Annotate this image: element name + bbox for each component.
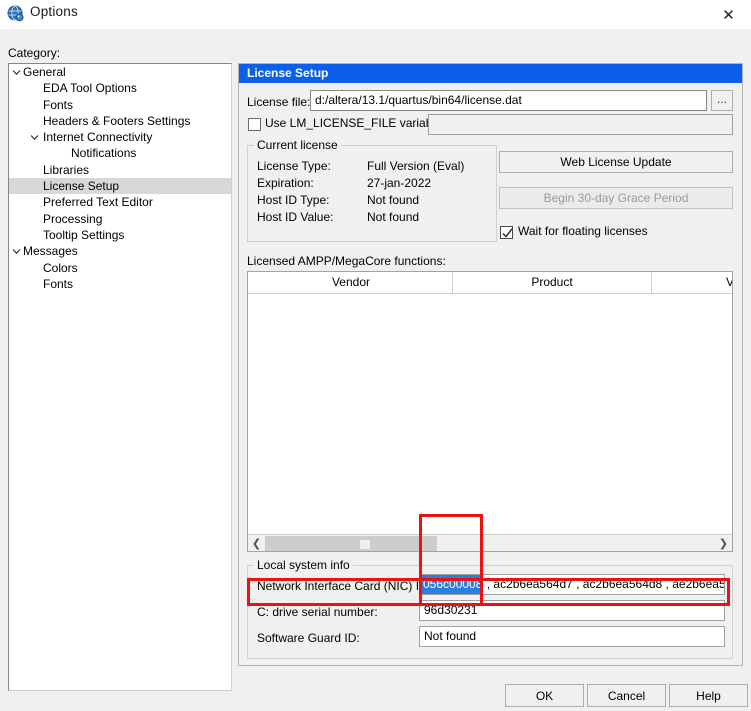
current-license-value: Not found xyxy=(367,193,420,207)
use-lm-license-file-checkbox[interactable] xyxy=(248,118,261,131)
table-header-row: VendorProductV xyxy=(248,272,732,293)
tree-item-label: Notifications xyxy=(71,146,137,161)
scroll-right-icon[interactable]: ❯ xyxy=(715,535,732,551)
table-column-header[interactable]: V xyxy=(652,272,732,293)
tree-item-license-setup[interactable]: License Setup xyxy=(9,178,231,195)
tree-item-libraries[interactable]: Libraries xyxy=(9,162,231,178)
tree-item-label: EDA Tool Options xyxy=(43,81,137,96)
licensed-functions-table[interactable]: VendorProductV ❮ ❯ xyxy=(247,271,733,552)
wait-floating-licenses-checkbox[interactable] xyxy=(500,226,513,239)
horizontal-scrollbar[interactable]: ❮ ❯ xyxy=(248,534,732,551)
software-guard-label: Software Guard ID: xyxy=(257,631,360,645)
tree-item-colors[interactable]: Colors xyxy=(9,260,231,276)
wait-floating-licenses-label: Wait for floating licenses xyxy=(518,224,648,238)
tree-item-label: Headers & Footers Settings xyxy=(43,113,191,128)
tree-item-fonts[interactable]: Fonts xyxy=(9,97,231,113)
drive-serial-label: C: drive serial number: xyxy=(257,605,378,619)
table-column-header[interactable]: Vendor xyxy=(250,272,453,293)
tree-item-label: Fonts xyxy=(43,276,74,291)
chevron-down-icon[interactable] xyxy=(11,64,22,80)
title-bar: Options ✕ xyxy=(0,0,751,29)
tree-item-tooltip-settings[interactable]: Tooltip Settings xyxy=(9,227,231,243)
license-setup-panel: License Setup License file: d:/altera/13… xyxy=(238,63,743,666)
tree-item-label: Libraries xyxy=(43,162,90,177)
category-label: Category: xyxy=(8,46,61,60)
category-tree[interactable]: General EDA Tool Options Fonts Headers & Fo… xyxy=(8,63,232,691)
tree-item-label: License Setup xyxy=(43,179,120,194)
tree-item-label: Preferred Text Editor xyxy=(43,195,153,210)
tree-item-label: General xyxy=(23,65,66,79)
license-file-label: License file: xyxy=(247,95,311,109)
nic-id-selected-text: 056c00008 xyxy=(422,575,484,594)
panel-title: License Setup xyxy=(239,64,742,83)
cancel-button[interactable]: Cancel xyxy=(587,684,666,707)
tree-item-label: Fonts xyxy=(43,97,74,112)
tree-item-label: Tooltip Settings xyxy=(43,227,125,242)
tree-item-eda-tool-options[interactable]: EDA Tool Options xyxy=(9,80,231,96)
help-button[interactable]: Help xyxy=(669,684,748,707)
tree-item-messages[interactable]: Messages xyxy=(9,243,231,259)
chevron-down-icon[interactable] xyxy=(11,243,22,259)
table-column-header[interactable]: Product xyxy=(453,272,652,293)
current-license-title: Current license xyxy=(254,138,341,152)
licensed-functions-label: Licensed AMPP/MegaCore functions: xyxy=(247,254,446,268)
scrollbar-grip xyxy=(360,540,370,549)
ok-button[interactable]: OK xyxy=(505,684,584,707)
scrollbar-thumb[interactable] xyxy=(265,536,437,551)
license-file-input[interactable]: d:/altera/13.1/quartus/bin64/license.dat xyxy=(310,90,707,111)
checkmark-icon xyxy=(502,228,513,238)
current-license-key: Host ID Type: xyxy=(257,193,330,207)
begin-grace-period-button[interactable]: Begin 30-day Grace Period xyxy=(499,187,733,209)
tree-item-processing[interactable]: Processing xyxy=(9,211,231,227)
tree-item-label: Processing xyxy=(43,211,103,226)
nic-id-remaining-text: , ac2b6ea564d7 , ac2b6ea564d8 , ae2b6ea5… xyxy=(486,577,725,591)
use-lm-license-file-label: Use LM_LICENSE_FILE variable: xyxy=(265,116,446,130)
tree-item-label: Internet Connectivity xyxy=(43,130,153,145)
local-system-info-title: Local system info xyxy=(254,558,353,572)
tree-item-headers-footers-settings[interactable]: Headers & Footers Settings xyxy=(9,113,231,129)
tree-item-notifications[interactable]: Notifications xyxy=(9,145,231,161)
current-license-key: Expiration: xyxy=(257,176,314,190)
table-header-divider xyxy=(248,293,732,294)
tree-item-preferred-text-editor[interactable]: Preferred Text Editor xyxy=(9,194,231,210)
current-license-value: Not found xyxy=(367,210,420,224)
globe-icon xyxy=(7,5,24,22)
current-license-value: 27-jan-2022 xyxy=(367,176,432,190)
tree-item-general[interactable]: General xyxy=(9,64,231,80)
lm-license-file-input[interactable] xyxy=(428,114,733,135)
tree-item-fonts[interactable]: Fonts xyxy=(9,276,231,292)
browse-button[interactable]: ... xyxy=(711,90,733,111)
tree-item-label: Colors xyxy=(43,260,78,275)
current-license-key: Host ID Value: xyxy=(257,210,334,224)
drive-serial-field[interactable]: 96d30231 xyxy=(419,600,725,621)
nic-id-label: Network Interface Card (NIC) ID: xyxy=(257,579,432,593)
nic-id-field[interactable]: 056c00008 , ac2b6ea564d7 , ac2b6ea564d8 … xyxy=(419,574,725,595)
chevron-down-icon[interactable] xyxy=(29,129,40,145)
software-guard-field[interactable]: Not found xyxy=(419,626,725,647)
options-dialog: Options ✕ Category: General EDA Tool Opti… xyxy=(0,0,751,711)
current-license-key: License Type: xyxy=(257,159,331,173)
scroll-left-icon[interactable]: ❮ xyxy=(248,535,265,551)
tree-item-internet-connectivity[interactable]: Internet Connectivity xyxy=(9,129,231,145)
window-title: Options xyxy=(30,4,78,19)
web-license-update-button[interactable]: Web License Update xyxy=(499,151,733,173)
current-license-value: Full Version (Eval) xyxy=(367,159,465,173)
close-icon[interactable]: ✕ xyxy=(706,0,751,29)
tree-item-label: Messages xyxy=(23,244,78,259)
